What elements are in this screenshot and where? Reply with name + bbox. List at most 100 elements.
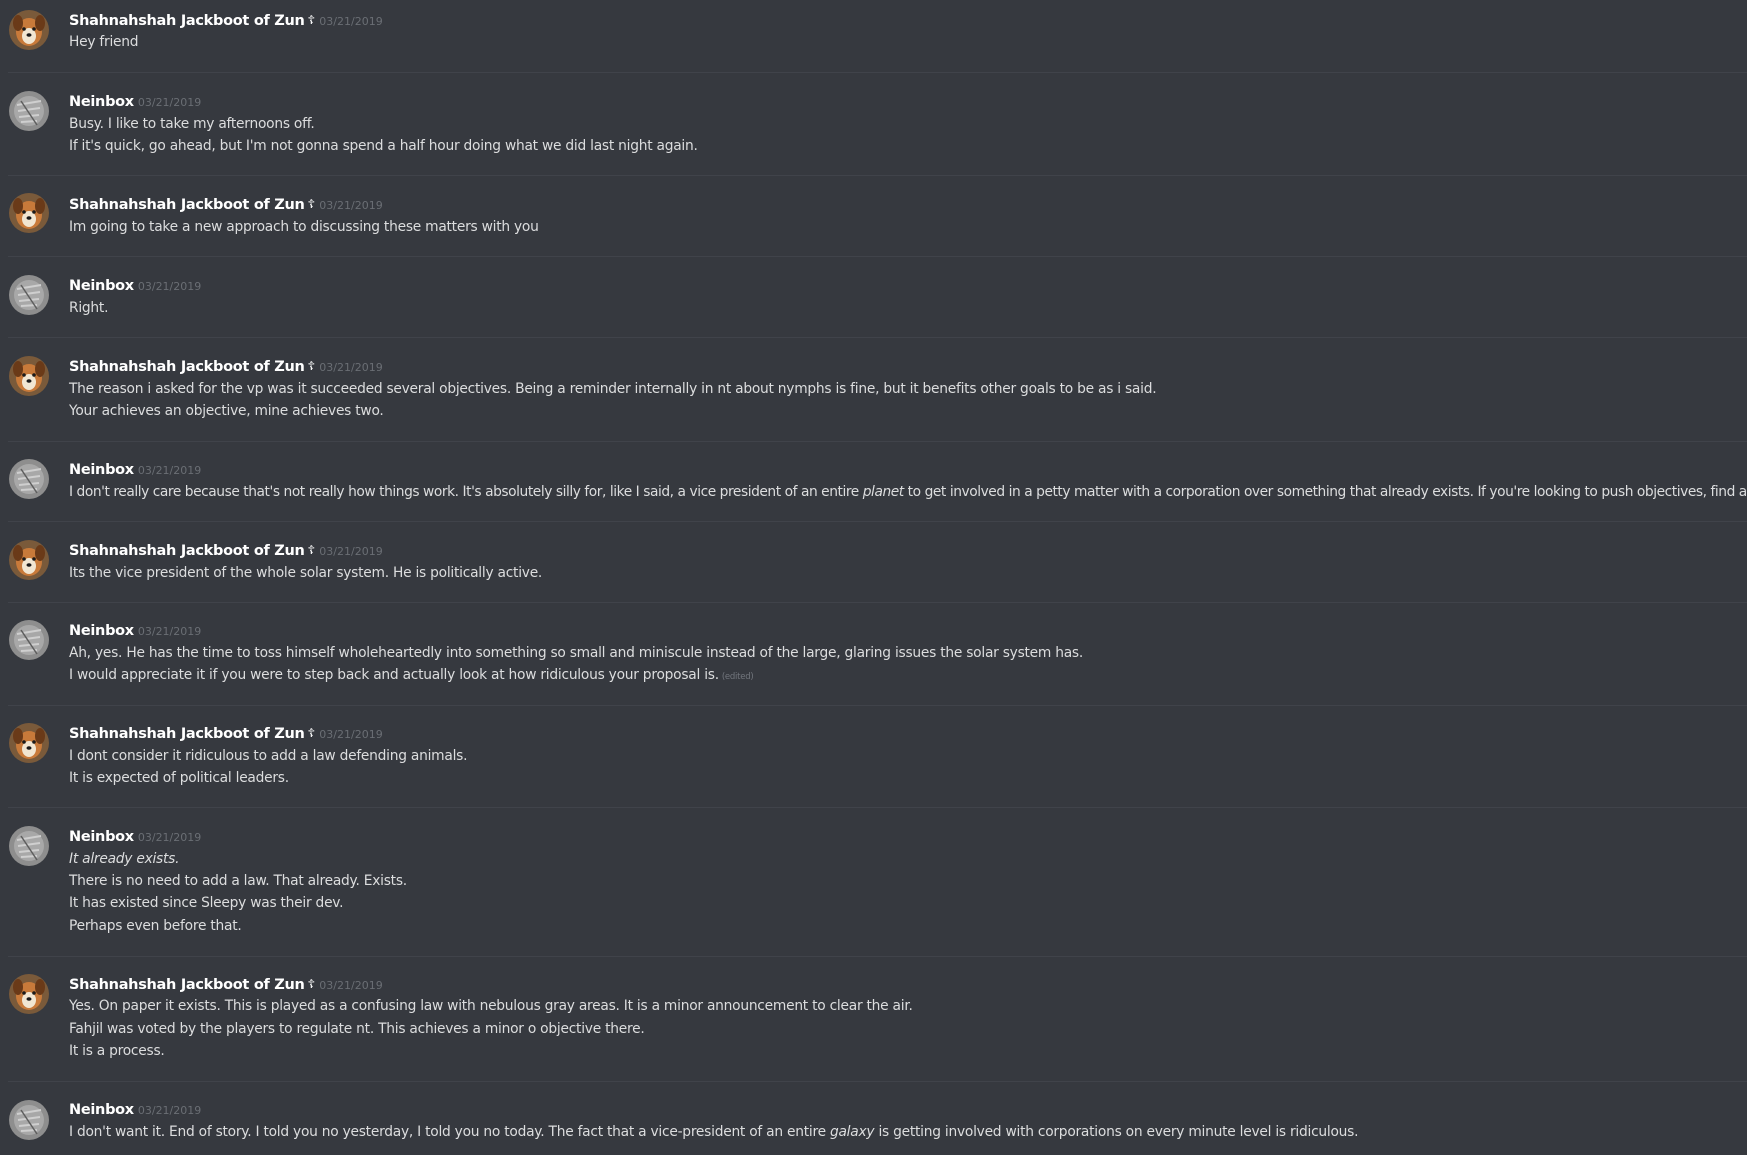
message-header: Shahnahshah Jackboot of Zun ☦ 03/21/2019 (69, 356, 383, 376)
timestamp[interactable]: 03/21/2019 (319, 199, 382, 212)
avatar[interactable] (9, 91, 49, 131)
message-line: The reason i asked for the vp was it suc… (69, 381, 1157, 397)
avatar[interactable] (9, 540, 49, 580)
username[interactable]: Shahnahshah Jackboot of Zun (69, 543, 305, 559)
grey-sketch-avatar-icon (9, 275, 49, 315)
username[interactable]: Shahnahshah Jackboot of Zun (69, 197, 305, 213)
message-divider (8, 72, 1747, 73)
username[interactable]: Neinbox (69, 462, 134, 478)
username[interactable]: Neinbox (69, 829, 134, 845)
avatar[interactable] (9, 974, 49, 1014)
message-header: Neinbox 03/21/2019 (69, 275, 201, 295)
timestamp[interactable]: 03/21/2019 (319, 361, 382, 374)
message-line: It is a process. (69, 1043, 165, 1059)
dog-avatar-icon (9, 356, 49, 396)
message-header: Neinbox 03/21/2019 (69, 459, 201, 479)
dog-avatar-icon (9, 193, 49, 233)
chat-message-list: Shahnahshah Jackboot of Zun ☦ 03/21/2019 H… (0, 0, 1747, 1155)
message-line: Perhaps even before that. (69, 918, 242, 934)
message-divider (8, 602, 1747, 603)
username[interactable]: Neinbox (69, 623, 134, 639)
grey-sketch-avatar-icon (9, 1100, 49, 1140)
username[interactable]: Neinbox (69, 278, 134, 294)
timestamp[interactable]: 03/21/2019 (138, 831, 201, 844)
message-line: I don't want it. End of story. I told yo… (69, 1124, 1359, 1140)
timestamp[interactable]: 03/21/2019 (319, 15, 382, 28)
grey-sketch-avatar-icon (9, 620, 49, 660)
message-divider (8, 337, 1747, 338)
avatar[interactable] (9, 1100, 49, 1140)
message-divider (8, 256, 1747, 257)
message-line: It has existed since Sleepy was their de… (69, 895, 344, 911)
timestamp[interactable]: 03/21/2019 (319, 545, 382, 558)
avatar[interactable] (9, 356, 49, 396)
message-line: Im going to take a new approach to discu… (69, 219, 539, 235)
message-header: Shahnahshah Jackboot of Zun ☦ 03/21/2019 (69, 540, 383, 560)
cross-icon: ☦ (307, 197, 316, 211)
message-line: It is expected of political leaders. (69, 770, 289, 786)
dog-avatar-icon (9, 540, 49, 580)
timestamp[interactable]: 03/21/2019 (138, 280, 201, 293)
message-divider (8, 441, 1747, 442)
timestamp[interactable]: 03/21/2019 (138, 464, 201, 477)
message-line: I would appreciate it if you were to ste… (69, 667, 754, 683)
message-header: Neinbox 03/21/2019 (69, 91, 201, 111)
message-header: Neinbox 03/21/2019 (69, 1099, 201, 1119)
message-header: Shahnahshah Jackboot of Zun ☦ 03/21/2019 (69, 723, 383, 743)
username[interactable]: Shahnahshah Jackboot of Zun (69, 13, 305, 29)
username[interactable]: Shahnahshah Jackboot of Zun (69, 726, 305, 742)
message-line: Ah, yes. He has the time to toss himself… (69, 645, 1083, 661)
message-line: It already exists. (69, 851, 180, 867)
grey-sketch-avatar-icon (9, 459, 49, 499)
timestamp[interactable]: 03/21/2019 (138, 96, 201, 109)
message-divider (8, 521, 1747, 522)
dog-avatar-icon (9, 974, 49, 1014)
username[interactable]: Shahnahshah Jackboot of Zun (69, 977, 305, 993)
message-divider (8, 807, 1747, 808)
message-divider (8, 1081, 1747, 1082)
message-divider (8, 956, 1747, 957)
cross-icon: ☦ (307, 726, 316, 740)
message-line: Yes. On paper it exists. This is played … (69, 998, 913, 1014)
username[interactable]: Neinbox (69, 1102, 134, 1118)
message-header: Shahnahshah Jackboot of Zun ☦ 03/21/2019 (69, 974, 383, 994)
avatar[interactable] (9, 826, 49, 866)
avatar[interactable] (9, 10, 49, 50)
avatar[interactable] (9, 459, 49, 499)
message-line: Right. (69, 300, 109, 316)
message-header: Neinbox 03/21/2019 (69, 826, 201, 846)
username[interactable]: Shahnahshah Jackboot of Zun (69, 359, 305, 375)
message-line: Busy. I like to take my afternoons off. (69, 116, 315, 132)
message-header: Shahnahshah Jackboot of Zun ☦ 03/21/2019 (69, 10, 383, 30)
timestamp[interactable]: 03/21/2019 (319, 728, 382, 741)
timestamp[interactable]: 03/21/2019 (138, 1104, 201, 1117)
cross-icon: ☦ (307, 543, 316, 557)
message-line: I don't really care because that's not r… (69, 484, 1747, 500)
message-header: Neinbox 03/21/2019 (69, 620, 201, 640)
grey-sketch-avatar-icon (9, 91, 49, 131)
message-line: Hey friend (69, 34, 139, 50)
cross-icon: ☦ (307, 13, 316, 27)
message-line: Fahjil was voted by the players to regul… (69, 1021, 645, 1037)
username[interactable]: Neinbox (69, 94, 134, 110)
avatar[interactable] (9, 723, 49, 763)
message-line: If it's quick, go ahead, but I'm not gon… (69, 138, 698, 154)
avatar[interactable] (9, 620, 49, 660)
cross-icon: ☦ (307, 359, 316, 373)
cross-icon: ☦ (307, 977, 316, 991)
timestamp[interactable]: 03/21/2019 (138, 625, 201, 638)
avatar[interactable] (9, 193, 49, 233)
message-divider (8, 705, 1747, 706)
message-line: I dont consider it ridiculous to add a l… (69, 748, 468, 764)
message-line: Its the vice president of the whole sola… (69, 565, 543, 581)
timestamp[interactable]: 03/21/2019 (319, 979, 382, 992)
message-line: There is no need to add a law. That alre… (69, 873, 407, 889)
edited-label: (edited) (721, 672, 754, 682)
message-divider (8, 175, 1747, 176)
grey-sketch-avatar-icon (9, 826, 49, 866)
dog-avatar-icon (9, 723, 49, 763)
avatar[interactable] (9, 275, 49, 315)
message-line: Your achieves an objective, mine achieve… (69, 403, 384, 419)
dog-avatar-icon (9, 10, 49, 50)
message-header: Shahnahshah Jackboot of Zun ☦ 03/21/2019 (69, 194, 383, 214)
